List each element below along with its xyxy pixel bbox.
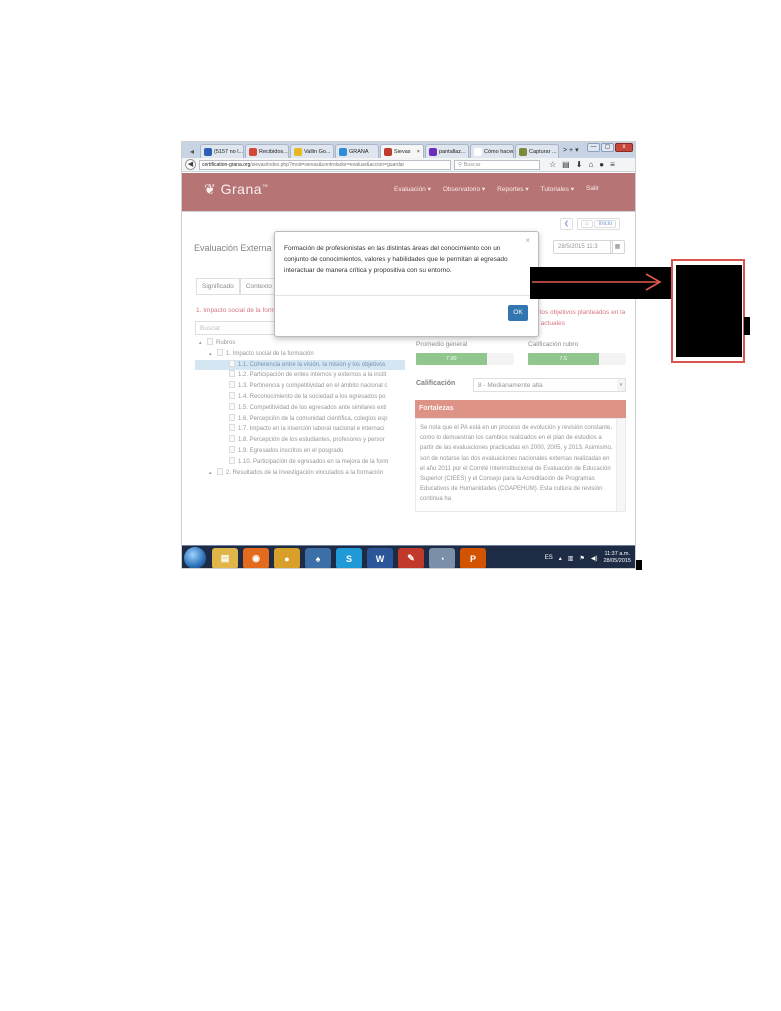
language-indicator[interactable]: ES: [545, 555, 553, 561]
tray-arrow-icon[interactable]: ▴: [559, 555, 562, 562]
clock-date: 28/05/2015: [603, 558, 631, 564]
modal-backdrop: × Formación de profesionistas en las dis…: [182, 173, 635, 545]
url-path: /sievas/index.php?mod=sievas&controlador…: [250, 161, 405, 168]
callout-redaction: [676, 265, 742, 357]
url-field[interactable]: certification-grana.org/sievas/index.php…: [199, 159, 451, 170]
tab-label: (5157 no l...: [214, 148, 244, 155]
clock-time: 11:37 a.m.: [604, 551, 631, 557]
browser-tab[interactable]: GRANA: [335, 144, 379, 158]
taskbar-tool-icon[interactable]: ✎: [398, 548, 424, 568]
browser-tab[interactable]: Vallin Go...: [290, 144, 334, 158]
network-icon[interactable]: ▥: [568, 555, 574, 562]
modal-message: Formación de profesionistas en las disti…: [284, 245, 508, 274]
tab-label: GRANA: [349, 148, 369, 155]
bookmark-star-icon[interactable]: ☆: [549, 160, 556, 169]
tab-favicon-icon: [204, 147, 212, 156]
tab-favicon-icon: [339, 147, 347, 156]
volume-icon[interactable]: ◀): [591, 555, 598, 562]
magnifier-icon: ⚲: [458, 161, 463, 168]
bookmarks-list-icon[interactable]: ▤: [562, 160, 570, 169]
home-icon[interactable]: ⌂: [588, 160, 593, 169]
ok-button[interactable]: OK: [508, 305, 528, 321]
browser-search-input[interactable]: ⚲ Buscar: [454, 159, 540, 170]
close-icon[interactable]: ×: [525, 236, 530, 245]
browser-toolbar-icons: ☆ ▤ ⬇ ⌂ ● ≡: [549, 160, 615, 169]
clock[interactable]: 11:37 a.m. 28/05/2015: [603, 551, 631, 565]
chat-icon[interactable]: ●: [599, 160, 604, 169]
downloads-icon[interactable]: ⬇: [576, 160, 583, 169]
tab-scroll-left-icon[interactable]: ◂: [184, 144, 200, 158]
minimize-button[interactable]: —: [587, 143, 600, 152]
taskbar-media-icon[interactable]: ◔: [429, 548, 455, 568]
alert-modal: × Formación de profesionistas en las dis…: [274, 231, 540, 337]
browser-tab[interactable]: Sievas ×: [380, 144, 424, 158]
tab-favicon-icon: [474, 147, 482, 156]
tab-label: Vallin Go...: [304, 148, 331, 155]
flag-icon[interactable]: ⚑: [579, 555, 584, 562]
tab-label: Cómo hacer ...: [484, 148, 514, 155]
window-controls: — ▢ x: [587, 143, 633, 152]
taskbar-notes-icon[interactable]: ♠: [305, 548, 331, 568]
tab-favicon-icon: [519, 147, 527, 156]
browser-tab[interactable]: pantallaz...: [425, 144, 469, 158]
tab-label: Recibidos...: [259, 148, 288, 155]
taskbar-skype-icon[interactable]: S: [336, 548, 362, 568]
tab-favicon-icon: [384, 147, 392, 156]
document-page: ◂ (5157 no l... Recibidos... Vallin Go... G…: [0, 0, 781, 1011]
tab-label: pantallaz...: [439, 148, 466, 155]
tab-overflow-controls[interactable]: > + ▾: [563, 144, 579, 158]
url-host: certification-grana.org: [202, 161, 251, 168]
modal-divider: [275, 295, 540, 296]
tab-close-icon[interactable]: ×: [417, 149, 420, 155]
windows-taskbar: ▤ ◉ ● ♠ S W ✎ ◔ P ES ▴ ▥ ⚑ ◀) 11:37 a.m. 28/05/2…: [182, 545, 635, 568]
browser-search-placeholder: Buscar: [463, 161, 481, 168]
taskbar-word-icon[interactable]: W: [367, 548, 393, 568]
taskbar-paint-icon[interactable]: P: [460, 548, 486, 568]
browser-tab[interactable]: Recibidos...: [245, 144, 289, 158]
browser-tab[interactable]: Capturar ...: [515, 144, 559, 158]
tab-favicon-icon: [294, 147, 302, 156]
browser-screenshot: ◂ (5157 no l... Recibidos... Vallin Go... G…: [181, 141, 636, 569]
menu-icon[interactable]: ≡: [610, 160, 615, 169]
tab-label: Capturar ...: [529, 148, 557, 155]
taskbar-apps: ▤ ◉ ● ♠ S W ✎ ◔ P: [212, 548, 486, 568]
browser-tab[interactable]: (5157 no l...: [200, 144, 244, 158]
close-window-button[interactable]: x: [615, 143, 633, 152]
browser-tab[interactable]: Cómo hacer ...: [470, 144, 514, 158]
taskbar-explorer-icon[interactable]: ▤: [212, 548, 238, 568]
back-arrow-icon[interactable]: ◀: [185, 159, 196, 170]
callout-frame: [671, 259, 745, 363]
callout-tab: [744, 317, 750, 335]
start-button[interactable]: [184, 547, 206, 568]
system-tray: ES ▴ ▥ ⚑ ◀) 11:37 a.m. 28/05/2015: [545, 551, 631, 565]
maximize-button[interactable]: ▢: [601, 143, 614, 152]
tab-favicon-icon: [249, 147, 257, 156]
tab-favicon-icon: [429, 147, 437, 156]
taskbar-chrome-icon[interactable]: ●: [274, 548, 300, 568]
browser-toolbar: ◀ certification-grana.org/sievas/index.p…: [182, 158, 635, 172]
corner-mark: [636, 560, 642, 570]
tab-label: Sievas: [394, 148, 411, 155]
browser-tab-strip: ◂ (5157 no l... Recibidos... Vallin Go... G…: [182, 142, 635, 158]
taskbar-firefox-icon[interactable]: ◉: [243, 548, 269, 568]
callout-arrow-icon: [532, 273, 662, 291]
